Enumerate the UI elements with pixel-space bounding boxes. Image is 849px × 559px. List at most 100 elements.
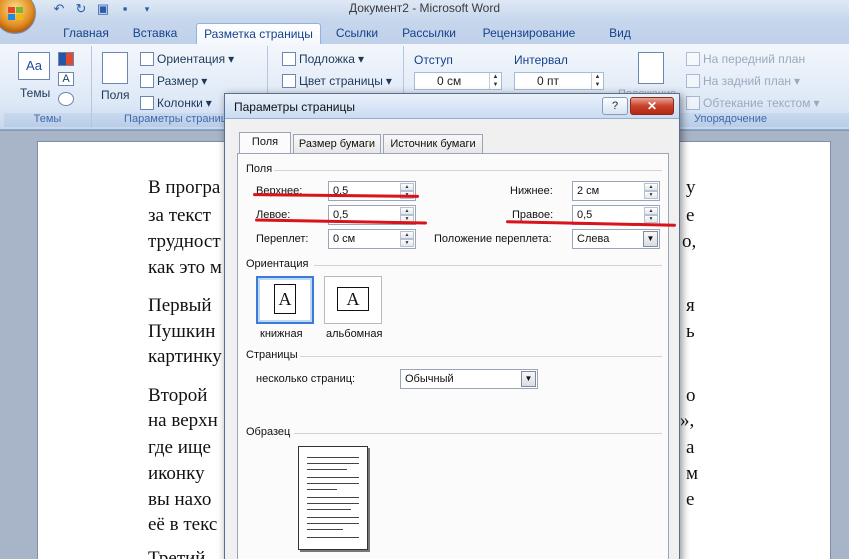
doc-fragment: ь [686, 321, 695, 342]
section-divider [294, 433, 662, 434]
theme-fonts-icon[interactable]: A [58, 72, 74, 86]
tab-page-layout[interactable]: Разметка страницы [196, 23, 321, 44]
spinner-arrows-icon[interactable]: ▲▼ [644, 183, 658, 199]
position-icon[interactable] [638, 52, 664, 84]
bring-front-button[interactable]: На передний план [686, 52, 805, 66]
chevron-down-icon[interactable]: ▼ [643, 231, 658, 247]
bottom-margin-field[interactable]: 2 см ▲ ▼ [572, 181, 660, 201]
gutter-position-label: Положение переплета: [434, 233, 552, 245]
section-divider [314, 265, 662, 266]
doc-line: её в текс [148, 514, 218, 535]
spacing-label: Интервал [514, 53, 568, 67]
page-preview [298, 446, 368, 550]
doc-line: вы нахо [148, 489, 212, 510]
doc-line: картинку [148, 346, 222, 367]
spinner-arrows-icon[interactable]: ▲▼ [489, 73, 501, 89]
tab-references[interactable]: Ссылки [331, 23, 383, 44]
doc-line: за текст [148, 205, 211, 226]
pages-section-label: Страницы [246, 349, 298, 361]
spinner-arrows-icon[interactable]: ▲▼ [644, 207, 658, 223]
text-wrap-button[interactable]: Обтекание текстом ▾ [686, 96, 820, 110]
landscape-label[interactable]: альбомная [326, 328, 382, 340]
doc-line: Второй [148, 385, 208, 406]
themes-icon[interactable]: Aa [18, 52, 50, 80]
section-divider [300, 356, 662, 357]
portrait-label[interactable]: книжная [260, 328, 303, 340]
size-icon [140, 74, 154, 88]
themes-group: Aa Темы A Темы [4, 46, 92, 128]
tab-paper-size[interactable]: Размер бумаги [293, 134, 381, 154]
doc-line: трудност [148, 231, 221, 252]
spacing-before-spinner[interactable]: 0 пт ▲ ▼ [514, 72, 604, 90]
send-back-button[interactable]: На задний план ▾ [686, 74, 800, 88]
chevron-down-icon[interactable]: ▼ [521, 371, 536, 387]
spinner-arrows-icon[interactable]: ▲▼ [591, 73, 603, 89]
orientation-section-label: Ориентация [246, 258, 309, 270]
portrait-page-icon: A [274, 284, 296, 314]
columns-button[interactable]: Колонки ▾ [140, 96, 212, 110]
indent-label: Отступ [414, 53, 453, 67]
margins-section-label: Поля [246, 163, 273, 175]
doc-line: Первый [148, 295, 212, 316]
section-divider [274, 170, 662, 171]
doc-fragment: », [680, 410, 695, 431]
size-button[interactable]: Размер ▾ [140, 74, 207, 88]
doc-line: иконку [148, 463, 205, 484]
multiple-pages-label: несколько страниц: [256, 373, 356, 385]
page-color-button[interactable]: Цвет страницы ▾ [282, 74, 392, 88]
multiple-pages-select[interactable]: Обычный ▼ [400, 369, 538, 389]
office-logo-icon [8, 7, 23, 20]
portrait-option[interactable]: A [256, 276, 314, 324]
page-color-icon [282, 74, 296, 88]
tab-insert[interactable]: Вставка [128, 23, 182, 44]
help-button[interactable]: ? [602, 97, 628, 115]
theme-effects-icon[interactable] [58, 92, 74, 106]
close-button[interactable]: ✕ [630, 97, 674, 115]
tab-margins[interactable]: Поля [239, 132, 291, 154]
tab-home[interactable]: Главная [58, 23, 114, 44]
landscape-option[interactable]: A [324, 276, 382, 324]
tab-mailings[interactable]: Рассылки [398, 23, 460, 44]
ribbon-tabs: Главная Вставка Разметка страницы Ссылки… [0, 20, 849, 44]
doc-line: где ище [148, 437, 211, 458]
text-wrap-icon [686, 96, 700, 110]
send-back-icon [686, 74, 700, 88]
doc-line: как это м [148, 257, 222, 278]
gutter-label: Переплет: [256, 233, 309, 245]
theme-colors-icon[interactable] [58, 52, 74, 66]
doc-fragment: е [686, 489, 695, 510]
preview-section-label: Образец [246, 426, 291, 438]
right-margin-label: Правое: [512, 209, 554, 221]
margins-icon[interactable] [102, 52, 128, 84]
top-margin-field[interactable]: 0,5 ▲▼ [328, 181, 416, 201]
doc-fragment: о [686, 385, 696, 406]
doc-fragment: е [686, 205, 695, 226]
doc-fragment: а [686, 437, 695, 458]
themes-button[interactable]: Темы [20, 86, 50, 100]
indent-left-spinner[interactable]: 0 см ▲ ▼ [414, 72, 502, 90]
doc-line: В програ [148, 177, 221, 198]
tab-view[interactable]: Вид [607, 23, 633, 44]
dialog-title: Параметры страницы [234, 100, 355, 114]
tab-review[interactable]: Рецензирование [476, 23, 582, 44]
tab-paper-source[interactable]: Источник бумаги [383, 134, 483, 154]
doc-fragment: я [686, 295, 695, 316]
title-bar: ↶ ↻ ▣ ▪ ▾ Документ2 - Microsoft Word [0, 0, 849, 34]
doc-line: Пушкин [148, 321, 216, 342]
gutter-position-select[interactable]: Слева ▼ [572, 229, 660, 249]
spinner-arrows-icon[interactable]: ▲▼ [400, 231, 414, 247]
doc-fragment: м [686, 463, 699, 484]
orientation-button[interactable]: Ориентация ▾ [140, 52, 234, 66]
dialog-title-bar[interactable]: Параметры страницы ? ✕ [225, 94, 679, 119]
bottom-margin-label: Нижнее: [510, 185, 553, 197]
columns-icon [140, 96, 154, 110]
orientation-icon [140, 52, 154, 66]
gutter-field[interactable]: 0 см ▲ ▼ [328, 229, 416, 249]
window-title: Документ2 - Microsoft Word [348, 1, 501, 15]
landscape-page-icon: A [337, 287, 369, 311]
page-setup-dialog: Параметры страницы ? ✕ Поля Размер бумаг… [224, 93, 680, 559]
watermark-button[interactable]: Подложка ▾ [282, 52, 364, 66]
margins-button[interactable]: Поля [101, 88, 130, 102]
doc-line: Третий [148, 548, 206, 559]
watermark-icon [282, 52, 296, 66]
